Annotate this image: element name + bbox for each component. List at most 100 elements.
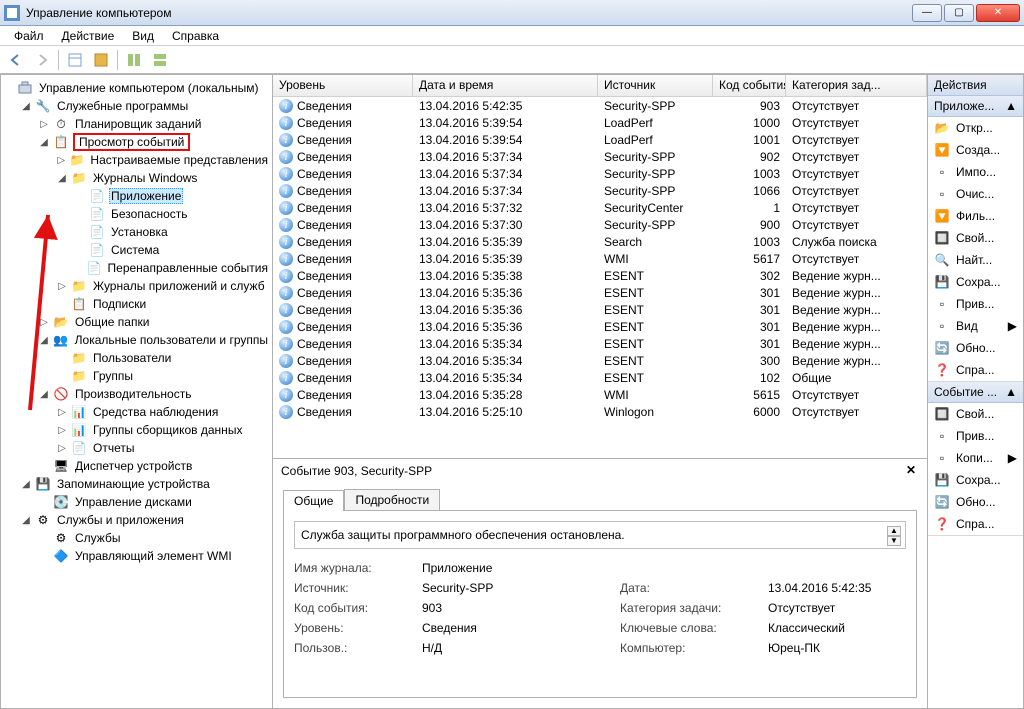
info-icon: i (279, 303, 293, 317)
tree-subscriptions[interactable]: 📋Подписки (57, 295, 270, 313)
event-row[interactable]: iСведения13.04.2016 5:35:28WMI5615Отсутс… (273, 386, 927, 403)
event-row[interactable]: iСведения13.04.2016 5:39:54LoadPerf1000О… (273, 114, 927, 131)
tree-root[interactable]: Управление компьютером (локальным) (3, 79, 270, 97)
action-item[interactable]: 🔲Свой... (928, 227, 1023, 249)
tree-task-scheduler[interactable]: ▷⏱Планировщик заданий (39, 115, 270, 133)
event-list-header[interactable]: Уровень Дата и время Источник Код событи… (273, 75, 927, 97)
col-source[interactable]: Источник (598, 75, 713, 96)
info-icon: i (279, 354, 293, 368)
action-item[interactable]: 📂Откр... (928, 117, 1023, 139)
menu-action[interactable]: Действие (54, 27, 123, 45)
tree-mon-tools[interactable]: ▷📊Средства наблюдения (57, 403, 270, 421)
info-icon: i (279, 252, 293, 266)
toolbar-btn-2[interactable] (89, 48, 113, 72)
action-item[interactable]: 💾Сохра... (928, 271, 1023, 293)
action-icon: 🔄 (934, 340, 950, 356)
tree-app-service-logs[interactable]: ▷📁Журналы приложений и служб (57, 277, 270, 295)
detail-tab-details[interactable]: Подробности (344, 489, 440, 510)
tree-shared-folders[interactable]: ▷📂Общие папки (39, 313, 270, 331)
title-bar: Управление компьютером — ▢ ✕ (0, 0, 1024, 26)
tree-groups[interactable]: 📁Группы (57, 367, 270, 385)
toolbar-btn-3[interactable] (122, 48, 146, 72)
toolbar-btn-1[interactable] (63, 48, 87, 72)
detail-spinner[interactable]: ▲▼ (887, 526, 901, 546)
action-item[interactable]: ▫Копи...▶ (928, 447, 1023, 469)
event-row[interactable]: iСведения13.04.2016 5:35:38ESENT302Веден… (273, 267, 927, 284)
event-row[interactable]: iСведения13.04.2016 5:35:39WMI5617Отсутс… (273, 250, 927, 267)
action-icon: ▫ (934, 296, 950, 312)
event-row[interactable]: iСведения13.04.2016 5:35:34ESENT301Веден… (273, 335, 927, 352)
tree-disk-mgmt[interactable]: 💽Управление дисками (39, 493, 270, 511)
nav-tree[interactable]: Управление компьютером (локальным) ◢🔧Слу… (0, 74, 272, 709)
event-row[interactable]: iСведения13.04.2016 5:39:54LoadPerf1001О… (273, 131, 927, 148)
action-item[interactable]: 🔍Найт... (928, 249, 1023, 271)
menu-file[interactable]: Файл (6, 27, 52, 45)
tree-windows-logs[interactable]: ◢📁Журналы Windows (57, 169, 270, 187)
close-button[interactable]: ✕ (976, 4, 1020, 22)
menu-view[interactable]: Вид (124, 27, 162, 45)
detail-close-button[interactable]: ✕ (903, 463, 919, 479)
event-row[interactable]: iСведения13.04.2016 5:35:36ESENT301Веден… (273, 318, 927, 335)
tree-device-manager[interactable]: 🖥Диспетчер устройств (39, 457, 270, 475)
tree-services-apps[interactable]: ◢⚙Службы и приложения (21, 511, 270, 529)
tree-storage[interactable]: ◢💾Запоминающие устройства (21, 475, 270, 493)
maximize-button[interactable]: ▢ (944, 4, 974, 22)
tree-event-viewer[interactable]: ◢📋Просмотр событий (39, 133, 270, 151)
tree-log-setup[interactable]: 📄Установка (75, 223, 270, 241)
event-row[interactable]: iСведения13.04.2016 5:42:35Security-SPP9… (273, 97, 927, 114)
event-row[interactable]: iСведения13.04.2016 5:35:36ESENT301Веден… (273, 301, 927, 318)
tree-performance[interactable]: ◢🚫Производительность (39, 385, 270, 403)
action-item[interactable]: 🔽Филь... (928, 205, 1023, 227)
tree-dcs[interactable]: ▷📊Группы сборщиков данных (57, 421, 270, 439)
event-row[interactable]: iСведения13.04.2016 5:35:34ESENT102Общие (273, 369, 927, 386)
tree-log-application[interactable]: 📄Приложение (75, 187, 270, 205)
info-icon: i (279, 337, 293, 351)
tree-local-users[interactable]: ◢👥Локальные пользователи и группы (39, 331, 270, 349)
col-code[interactable]: Код события (713, 75, 786, 96)
action-item[interactable]: ▫Прив... (928, 293, 1023, 315)
col-date[interactable]: Дата и время (413, 75, 598, 96)
tree-custom-views[interactable]: ▷📁Настраиваемые представления (57, 151, 270, 169)
event-row[interactable]: iСведения13.04.2016 5:37:30Security-SPP9… (273, 216, 927, 233)
info-icon: i (279, 388, 293, 402)
event-row[interactable]: iСведения13.04.2016 5:37:32SecurityCente… (273, 199, 927, 216)
event-row[interactable]: iСведения13.04.2016 5:37:34Security-SPP1… (273, 165, 927, 182)
action-item[interactable]: ❓Спра... (928, 513, 1023, 535)
tree-util-progs[interactable]: ◢🔧Служебные программы (21, 97, 270, 115)
event-row[interactable]: iСведения13.04.2016 5:35:39Search1003Слу… (273, 233, 927, 250)
tree-log-system[interactable]: 📄Система (75, 241, 270, 259)
minimize-button[interactable]: — (912, 4, 942, 22)
tree-wmi[interactable]: 🔷Управляющий элемент WMI (39, 547, 270, 565)
action-item[interactable]: ❓Спра... (928, 359, 1023, 381)
event-row[interactable]: iСведения13.04.2016 5:35:36ESENT301Веден… (273, 284, 927, 301)
tree-reports[interactable]: ▷📄Отчеты (57, 439, 270, 457)
actions-section1-header[interactable]: Приложе...▲ (928, 96, 1023, 117)
actions-section2-header[interactable]: Событие ...▲ (928, 382, 1023, 403)
action-item[interactable]: 🔽Созда... (928, 139, 1023, 161)
action-item[interactable]: ▫Прив... (928, 425, 1023, 447)
action-item[interactable]: ▫Вид▶ (928, 315, 1023, 337)
col-category[interactable]: Категория зад... (786, 75, 927, 96)
back-button[interactable] (4, 48, 28, 72)
event-row[interactable]: iСведения13.04.2016 5:37:34Security-SPP1… (273, 182, 927, 199)
forward-button[interactable] (30, 48, 54, 72)
event-row[interactable]: iСведения13.04.2016 5:35:34ESENT300Веден… (273, 352, 927, 369)
menu-help[interactable]: Справка (164, 27, 227, 45)
tree-users[interactable]: 📁Пользователи (57, 349, 270, 367)
event-list[interactable]: iСведения13.04.2016 5:42:35Security-SPP9… (273, 97, 927, 458)
action-item[interactable]: 🔄Обно... (928, 337, 1023, 359)
tree-services[interactable]: ⚙Службы (39, 529, 270, 547)
event-row[interactable]: iСведения13.04.2016 5:37:34Security-SPP9… (273, 148, 927, 165)
tree-log-forwarded[interactable]: 📄Перенаправленные события (75, 259, 270, 277)
actions-header: Действия (928, 75, 1023, 96)
action-item[interactable]: ▫Импо... (928, 161, 1023, 183)
col-level[interactable]: Уровень (273, 75, 413, 96)
action-item[interactable]: 🔄Обно... (928, 491, 1023, 513)
action-item[interactable]: ▫Очис... (928, 183, 1023, 205)
tree-log-security[interactable]: 📄Безопасность (75, 205, 270, 223)
detail-tab-general[interactable]: Общие (283, 490, 344, 511)
action-item[interactable]: 💾Сохра... (928, 469, 1023, 491)
toolbar-btn-4[interactable] (148, 48, 172, 72)
action-item[interactable]: 🔲Свой... (928, 403, 1023, 425)
event-row[interactable]: iСведения13.04.2016 5:25:10Winlogon6000О… (273, 403, 927, 420)
